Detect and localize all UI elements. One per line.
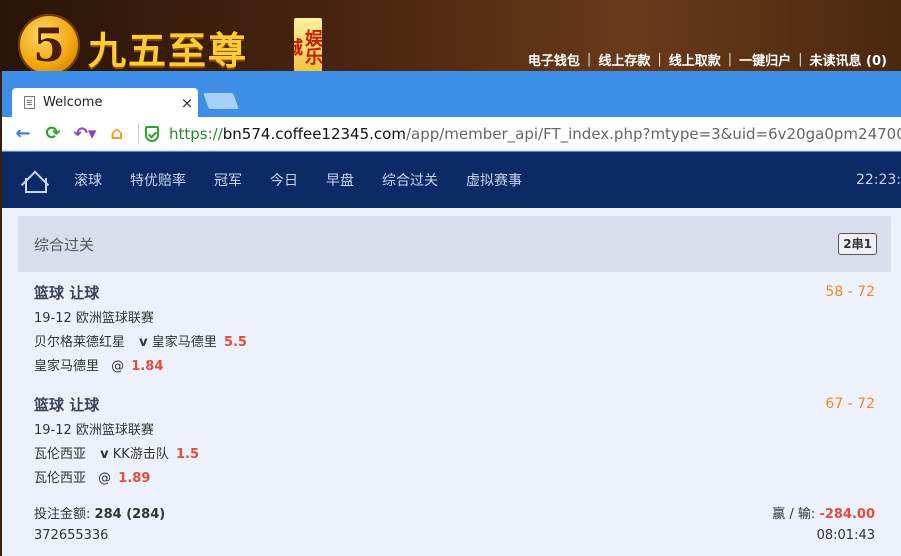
logo-emblem: 5	[18, 14, 80, 76]
logo-text: 九五至尊	[88, 29, 249, 73]
win-loss: 赢 / 输: -284.00	[772, 503, 875, 522]
section-title: 综合过关	[34, 235, 95, 254]
link-unread-messages[interactable]: 未读讯息 (0)	[810, 50, 887, 69]
link-withdraw[interactable]: 线上取款	[669, 50, 721, 69]
bet-leg: 篮球 让球 67 - 72 19-12 欧洲篮球联赛 瓦伦西亚 v KK游击队 …	[34, 394, 875, 487]
security-shield-icon[interactable]	[145, 125, 159, 142]
match-score: 58 - 72	[825, 284, 875, 300]
browser-window: Welcome × ← ⟳ ↶▾ ⌂ https://bn574.coffee1…	[2, 71, 901, 556]
site-navigation: 滚球 特优赔率 冠军 今日 早盘 综合过关 虚拟赛事 22:23:	[2, 152, 901, 208]
win-loss-value: -284.00	[819, 507, 875, 522]
stake-value: 284 (284)	[94, 507, 166, 522]
bet-type: 篮球 让球	[34, 284, 100, 302]
odds: 1.89	[118, 471, 151, 486]
pick-team: 瓦伦西亚	[34, 471, 87, 486]
url-scheme: https://	[169, 124, 223, 143]
at-sign: @	[111, 359, 125, 374]
section-header: 综合过关 2串1	[18, 216, 891, 272]
link-separator: |	[727, 52, 733, 67]
close-icon[interactable]: ×	[176, 94, 198, 112]
link-deposit[interactable]: 线上存款	[598, 50, 650, 69]
at-sign: @	[98, 471, 112, 486]
pick-team: 皇家马德里	[34, 359, 100, 374]
bet-slip-content: 综合过关 2串1 篮球 让球 58 - 72 19-12 欧洲篮球联赛 贝尔格莱…	[2, 208, 901, 556]
handicap: 1.5	[175, 447, 200, 462]
site-header: 5 九五至尊 娱乐城 电子钱包 | 线上存款 | 线上取款 | 一键归户 | 未…	[0, 0, 901, 76]
home-icon[interactable]	[22, 169, 47, 193]
league-line: 19-12 欧洲篮球联赛	[34, 423, 154, 438]
tab-bar: Welcome ×	[2, 71, 901, 117]
link-separator: |	[657, 52, 662, 67]
nav-item-virtual[interactable]: 虚拟赛事	[466, 170, 522, 190]
url-host: bn574.coffee12345.com	[222, 124, 406, 143]
league-line: 19-12 欧洲篮球联赛	[34, 311, 154, 326]
pick-line: 皇家马德里 @ 1.84	[34, 359, 875, 375]
new-tab-button[interactable]	[203, 93, 239, 109]
url-field[interactable]: https://bn574.coffee12345.com/app/member…	[169, 125, 901, 143]
link-e-wallet[interactable]: 电子钱包	[528, 50, 580, 69]
win-loss-label: 赢 / 输:	[772, 507, 816, 522]
matchup-line: 瓦伦西亚 v KK游击队 1.5	[34, 447, 875, 463]
versus: v	[100, 447, 109, 462]
nav-item-early[interactable]: 早盘	[326, 170, 354, 190]
stake-row: 投注金额: 284 (284) 赢 / 输: -284.00	[34, 503, 875, 522]
parlay-badge: 2串1	[838, 233, 877, 255]
odds: 1.84	[131, 359, 164, 374]
link-separator: |	[798, 52, 803, 67]
match-score: 67 - 72	[825, 396, 875, 412]
url-path: /app/member_api/FT_index.php?mtype=3&uid…	[405, 124, 901, 143]
tab-welcome[interactable]: Welcome ×	[12, 88, 198, 117]
document-icon	[24, 96, 35, 109]
tab-title: Welcome	[43, 95, 103, 110]
bet-type: 篮球 让球	[34, 396, 100, 414]
home-icon[interactable]: ⌂	[102, 123, 132, 144]
versus: v	[139, 335, 148, 350]
bet-time: 08:01:43	[816, 528, 875, 543]
clock: 22:23:	[855, 172, 901, 188]
logo-badge: 娱乐城	[294, 18, 322, 72]
away-team: KK游击队	[112, 447, 169, 462]
account-links: 电子钱包 | 线上存款 | 线上取款 | 一键归户 | 未读讯息 (0)	[528, 50, 887, 69]
back-arrow-icon[interactable]: ←	[8, 123, 38, 144]
nav-item-parlay[interactable]: 综合过关	[382, 170, 438, 190]
home-team: 瓦伦西亚	[34, 447, 87, 462]
link-one-click-transfer[interactable]: 一键归户	[739, 50, 791, 69]
link-separator: |	[586, 52, 592, 67]
bet-leg: 篮球 让球 58 - 72 19-12 欧洲篮球联赛 贝尔格莱德红星 v 皇家马…	[34, 282, 875, 375]
nav-item-outright[interactable]: 冠军	[214, 170, 242, 190]
stake-label: 投注金额:	[34, 507, 91, 522]
ticket-id: 372655336	[34, 528, 109, 543]
pick-line: 瓦伦西亚 @ 1.89	[34, 471, 875, 487]
nav-item-today[interactable]: 今日	[270, 170, 298, 190]
away-team: 皇家马德里	[151, 335, 217, 350]
reload-icon[interactable]: ⟳	[38, 123, 68, 144]
address-bar: ← ⟳ ↶▾ ⌂ https://bn574.coffee12345.com/a…	[2, 117, 901, 151]
matchup-line: 贝尔格莱德红星 v 皇家马德里 5.5	[34, 335, 875, 351]
undo-dropdown-icon[interactable]: ↶▾	[68, 124, 102, 144]
divider	[138, 123, 139, 144]
ticket-row: 372655336 08:01:43	[34, 528, 875, 543]
nav-item-live[interactable]: 滚球	[74, 170, 102, 190]
home-team: 贝尔格莱德红星	[34, 335, 126, 350]
nav-item-special-odds[interactable]: 特优赔率	[130, 170, 186, 190]
handicap: 5.5	[223, 335, 247, 350]
